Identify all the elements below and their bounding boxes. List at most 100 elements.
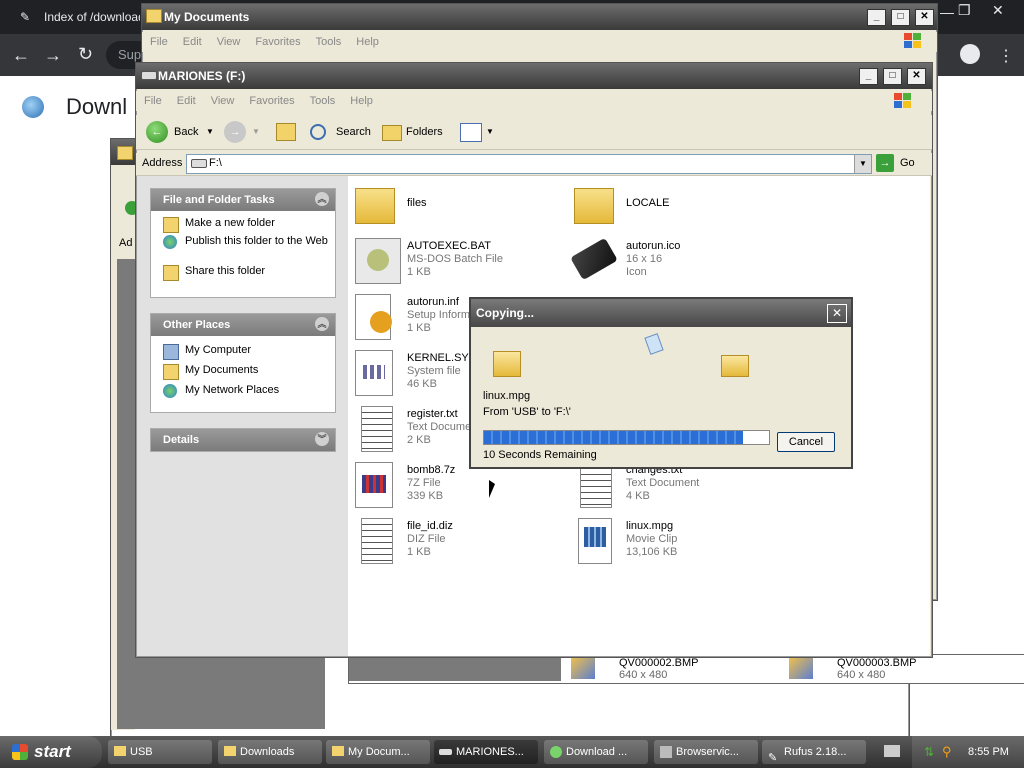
- folder-icon: [117, 146, 133, 160]
- menu-tools[interactable]: Tools: [310, 95, 336, 107]
- close-button[interactable]: ✕: [827, 304, 847, 323]
- my-network-places-link[interactable]: My Network Places: [151, 384, 335, 404]
- back-label: Back: [174, 126, 199, 138]
- chevron-down-icon[interactable]: ▼: [206, 121, 214, 143]
- file-size: 46 KB: [407, 378, 437, 390]
- file-name: register.txt: [407, 408, 458, 420]
- menu-tools[interactable]: Tools: [316, 36, 342, 48]
- file-type: Setup Informa: [407, 309, 477, 321]
- restore-icon[interactable]: ❐: [958, 2, 971, 19]
- maximize-button[interactable]: □: [883, 68, 902, 85]
- minimize-icon[interactable]: —: [940, 4, 954, 20]
- standard-toolbar: ← Back ▼ → ▼ Search Folders ▼: [136, 115, 932, 150]
- usb-plug-icon: ✎: [768, 752, 778, 764]
- file-type: Text Documen: [407, 421, 478, 433]
- views-button[interactable]: ▼: [460, 121, 496, 143]
- my-documents-titlebar[interactable]: My Documents _ □ ✕: [142, 4, 937, 30]
- taskbar-button-active[interactable]: MARIONES...: [434, 740, 538, 764]
- folder-icon: [146, 9, 162, 23]
- dialog-titlebar[interactable]: Copying... ✕: [471, 299, 851, 327]
- cancel-button[interactable]: Cancel: [777, 432, 835, 452]
- network-tray-icon[interactable]: ⇅: [924, 745, 934, 759]
- back-button[interactable]: ← Back ▼: [146, 121, 216, 143]
- menu-view[interactable]: View: [211, 95, 235, 107]
- task-label: Make a new folder: [185, 217, 275, 229]
- file-size: 13,106 KB: [626, 546, 678, 558]
- taskbar-button[interactable]: Browservic...: [654, 740, 758, 764]
- expand-icon[interactable]: ︾: [315, 432, 329, 446]
- go-button[interactable]: → Go: [876, 154, 920, 172]
- profile-avatar-icon[interactable]: [960, 44, 980, 64]
- collapse-icon[interactable]: ︽: [315, 192, 329, 206]
- mariones-titlebar[interactable]: MARIONES (F:) _ □ ✕: [136, 63, 932, 89]
- chevron-down-icon[interactable]: ▼: [854, 155, 871, 173]
- my-documents-link[interactable]: My Documents: [151, 364, 335, 384]
- up-folder-button[interactable]: [274, 121, 298, 143]
- system-tray: ⇅ ⚲ 8:55 PM: [912, 736, 1024, 768]
- file-item[interactable]: files: [351, 180, 561, 230]
- minimize-button[interactable]: _: [859, 68, 878, 85]
- drive-icon: [141, 71, 157, 80]
- search-tray-icon[interactable]: ⚲: [942, 744, 952, 760]
- close-button[interactable]: ✕: [915, 9, 934, 26]
- menu-view[interactable]: View: [217, 36, 241, 48]
- place-label: My Computer: [185, 344, 252, 356]
- menu-help[interactable]: Help: [350, 95, 373, 107]
- share-folder-link[interactable]: Share this folder: [151, 265, 335, 283]
- taskbar-button[interactable]: Download ...: [544, 740, 648, 764]
- taskbar-label: USB: [130, 746, 153, 758]
- taskbar-button[interactable]: ✎ Rufus 2.18...: [762, 740, 866, 764]
- file-item[interactable]: autorun.ico 16 x 16 Icon: [570, 236, 780, 286]
- close-icon[interactable]: ✕: [992, 2, 1004, 19]
- taskbar-button[interactable]: USB: [108, 740, 212, 764]
- collapse-icon[interactable]: ︽: [315, 317, 329, 331]
- menu-favorites[interactable]: Favorites: [255, 36, 300, 48]
- file-item[interactable]: file_id.diz DIZ File 1 KB: [351, 516, 561, 566]
- menu-edit[interactable]: Edit: [183, 36, 202, 48]
- menu-file[interactable]: File: [144, 95, 162, 107]
- panel-header[interactable]: Details ︾: [151, 429, 335, 451]
- documents-icon: [332, 746, 344, 756]
- reload-icon[interactable]: ↻: [78, 44, 93, 65]
- address-label: Address: [142, 157, 183, 169]
- go-label: Go: [900, 157, 915, 169]
- globe-icon: [22, 96, 44, 118]
- file-name[interactable]: QV000002.BMP: [619, 657, 699, 669]
- menu-file[interactable]: File: [150, 36, 168, 48]
- taskbar-button[interactable]: My Docum...: [326, 740, 430, 764]
- minimize-button[interactable]: _: [867, 9, 886, 26]
- file-name: LOCALE: [626, 197, 670, 209]
- panel-header[interactable]: Other Places ︽: [151, 314, 335, 336]
- keyboard-icon[interactable]: [884, 745, 900, 757]
- make-new-folder-link[interactable]: Make a new folder: [151, 217, 335, 235]
- my-computer-link[interactable]: My Computer: [151, 344, 335, 364]
- menu-edit[interactable]: Edit: [177, 95, 196, 107]
- file-size: 339 KB: [407, 490, 444, 502]
- panel-header[interactable]: File and Folder Tasks ︽: [151, 189, 335, 211]
- publish-folder-link[interactable]: Publish this folder to the Web: [151, 235, 335, 265]
- folders-button[interactable]: Folders: [380, 121, 450, 143]
- clock[interactable]: 8:55 PM: [968, 746, 1009, 758]
- file-type: Movie Clip: [626, 533, 678, 545]
- file-item[interactable]: linux.mpg Movie Clip 13,106 KB: [570, 516, 780, 566]
- menu-dots-icon[interactable]: ⋮: [998, 46, 1014, 66]
- file-name[interactable]: QV000003.BMP: [837, 657, 917, 669]
- tab-favicon-icon: ✎: [20, 10, 31, 24]
- back-arrow-icon[interactable]: ←: [12, 45, 30, 66]
- file-item[interactable]: LOCALE: [570, 180, 780, 230]
- close-button[interactable]: ✕: [907, 68, 926, 85]
- file-name: linux.mpg: [626, 520, 674, 532]
- menu-favorites[interactable]: Favorites: [249, 95, 294, 107]
- dialog-title: Copying...: [476, 306, 534, 320]
- forward-button[interactable]: → ▼: [224, 121, 264, 143]
- go-arrow-icon: →: [876, 154, 894, 172]
- address-input[interactable]: F:\ ▼: [186, 154, 872, 174]
- taskbar-button[interactable]: Downloads: [218, 740, 322, 764]
- maximize-button[interactable]: □: [891, 9, 910, 26]
- search-button[interactable]: Search: [308, 121, 374, 143]
- menu-help[interactable]: Help: [356, 36, 379, 48]
- forward-arrow-icon[interactable]: →: [44, 45, 62, 66]
- start-button[interactable]: start: [0, 736, 102, 768]
- browser-tab-title[interactable]: Index of /download: [44, 0, 140, 34]
- file-item[interactable]: AUTOEXEC.BAT MS-DOS Batch File 1 KB: [351, 236, 561, 286]
